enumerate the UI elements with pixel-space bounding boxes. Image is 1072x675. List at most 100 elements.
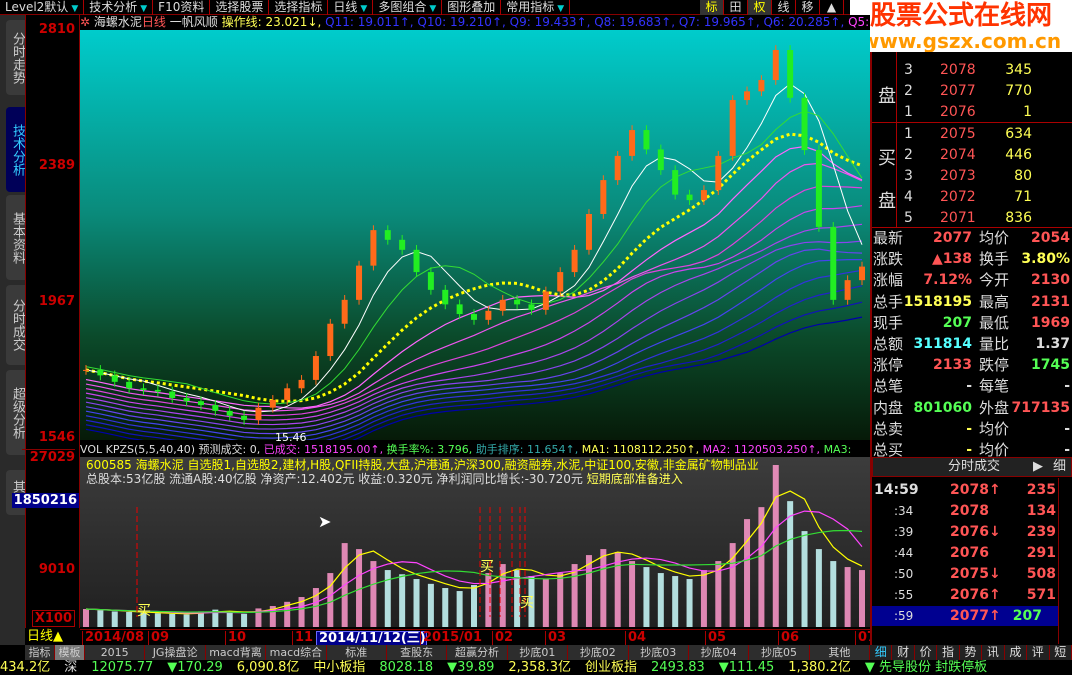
right-tab[interactable]: 讯 [982,645,1005,660]
ticker-item: ▼170.29 [167,660,223,675]
volume-bar [126,612,133,627]
toolbar-item[interactable]: 选择指标 [269,0,329,15]
candle-body [126,381,133,389]
candle-body [686,194,693,201]
candle-body [255,407,262,420]
ticker-item: 8028.18 [379,660,434,675]
quote-row: 现手 207 最低 1969 [872,313,1072,333]
template-tab[interactable]: 查股东 [387,645,448,660]
sidebar-tab[interactable]: 基本资料 [6,195,25,280]
tick-row: :44 2076 291 [872,543,1072,563]
stock-info: 600585 海螺水泥 自选股1,自选股2,建材,H股,QFII持股,大盘,沪港… [86,458,759,486]
candle-body [600,180,607,214]
buy-row: 3 2073 80 [872,166,1072,186]
volume-bar [384,570,391,627]
template-tab[interactable]: 指标 [25,645,55,660]
toolbar-item[interactable]: 图形叠加 [442,0,502,15]
template-tab[interactable]: macd综合 [266,645,327,660]
chart-mode-button[interactable]: 田 [724,0,748,15]
toolbar-item[interactable]: 多图组合 [373,0,443,15]
price-tick: 1967 [38,294,75,309]
tick-volume: 291 [1026,545,1056,561]
chart-mode-button[interactable]: 标 [700,0,724,15]
divider [872,122,1072,123]
volume-bar [700,570,707,627]
buy-p: 2072 [940,189,976,205]
vol-cursor-value: 1850216 [11,493,79,508]
toolbar-item[interactable]: F10资料 [153,0,211,15]
quote-label: 涨跌 [873,250,904,269]
tick-volume: 207 [1012,608,1042,624]
template-tab[interactable]: 抄底04 [689,645,750,660]
toolbar-item[interactable]: 日线 [328,0,374,15]
right-tab[interactable]: 细 [870,645,893,660]
date-label: 06 [778,631,799,645]
sidebar-tab[interactable]: 分时成交 [6,285,25,365]
template-tab[interactable]: 标准 [327,645,387,660]
candle-body [140,388,147,390]
right-tab[interactable]: 财 [892,645,915,660]
candle-body [729,100,736,156]
buy-n: 1 [904,126,913,142]
quote-value: 1745 [1031,357,1070,374]
template-tab[interactable]: 抄底01 [508,645,569,660]
sidebar-tab[interactable]: 技术分析 [6,107,25,192]
candle-body [758,80,765,92]
right-tab[interactable]: 价 [915,645,938,660]
template-tab[interactable]: 超赢分析 [447,645,508,660]
right-tab[interactable]: 短 [1050,645,1072,660]
buy-p: 2071 [940,210,976,226]
template-tab[interactable]: 抄底02 [568,645,629,660]
buy-row: 1 2075 634 [872,124,1072,144]
tick-volume: 235 [1026,482,1056,498]
gear-icon[interactable]: ✲ [80,15,90,29]
right-panel-tabs: 细财价指势讯成评短 [870,645,1072,660]
detail-button[interactable]: 细 [1053,458,1066,476]
play-icon[interactable]: ▶ [1033,458,1043,476]
price-chart[interactable] [80,30,870,440]
toolbar-item[interactable]: Level2默认 [0,0,85,15]
buy-row: 5 2071 836 [872,208,1072,228]
ticks-scrollbar[interactable] [1058,478,1072,644]
template-tab[interactable]: 其他 [810,645,871,660]
stock-tags: 600585 海螺水泥 自选股1,自选股2,建材,H股,QFII持股,大盘,沪港… [86,458,759,472]
period-label[interactable]: 日线▲ [25,629,80,645]
ribbon-line [85,259,863,439]
ribbon-line [85,185,863,417]
indicator-name: 一帆风顺 [169,15,218,29]
candle-body [384,230,391,240]
chart-mode-button[interactable]: 权 [748,0,772,15]
right-tab[interactable]: 势 [960,645,983,660]
buy-signal: 买 [137,603,151,619]
volume-bar [571,564,578,627]
sell-p: 2078 [940,62,976,78]
template-tab[interactable]: 抄底05 [749,645,810,660]
chart-mode-button[interactable]: ▲ [820,0,844,15]
toolbar-item[interactable]: 常用指标 [501,0,571,15]
right-tab[interactable]: 成 [1005,645,1028,660]
quote-value: 1.37 [1035,336,1070,352]
candle-body [427,272,434,290]
right-tab[interactable]: 评 [1027,645,1050,660]
ticker-item: ▼ 先导股份 封跌停板 [864,660,988,675]
chart-mode-button[interactable]: 移 [796,0,820,15]
ticker-item: 中小板指 [313,660,366,675]
template-tab[interactable]: 模板 [55,645,85,660]
quote-label: 跌停 [979,356,1010,375]
right-tab[interactable]: 指 [937,645,960,660]
quote-value: 2077 [933,230,972,246]
quote-label: 今开 [979,271,1010,290]
template-tab[interactable]: JG操盘论 [145,645,206,660]
toolbar-item[interactable]: 技术分析 [84,0,154,15]
template-tab[interactable]: macd背离 [206,645,267,660]
chart-mode-button[interactable]: 线 [772,0,796,15]
quote-row: 涨停 2133 跌停 1745 [872,355,1072,375]
buy-p: 2075 [940,126,976,142]
template-tab[interactable]: 抄底03 [629,645,689,660]
toolbar-item[interactable]: 选择股票 [210,0,270,15]
candle-body [212,405,219,411]
tick-price: 2076↑ [950,587,1001,603]
sidebar-tab[interactable]: 超级分析 [6,370,25,455]
sidebar-tab[interactable]: 分时走势 [6,20,25,95]
template-tab[interactable]: 2015 [85,645,146,660]
